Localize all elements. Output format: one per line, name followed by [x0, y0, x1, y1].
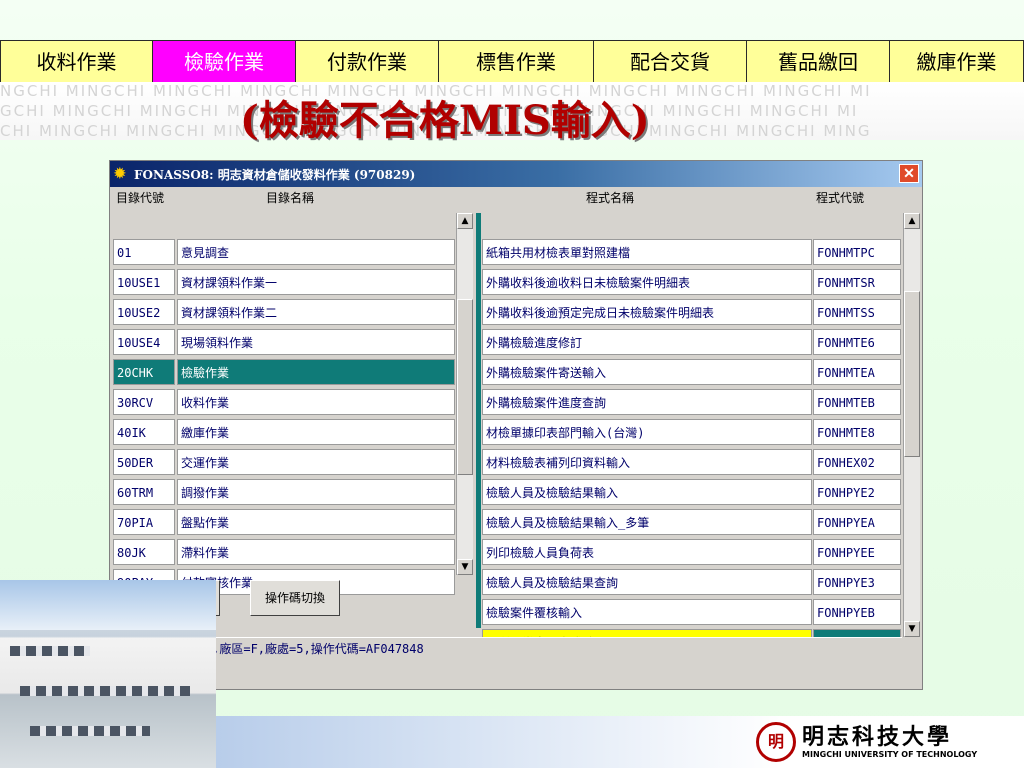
program-name-cell[interactable]: 檢驗人員及檢驗結果輸入_多筆 [482, 509, 812, 535]
program-name-cell[interactable]: 紙箱共用材檢表單對照建檔 [482, 239, 812, 265]
program-name-cell[interactable]: 列印檢驗人員負荷表 [482, 539, 812, 565]
directory-code-cell[interactable]: 40IK [113, 419, 175, 445]
directory-name-cell[interactable]: 收料作業 [177, 389, 455, 415]
window-titlebar[interactable]: ✹ FONASSO8: 明志資材倉儲收發料作業 (970829) ✕ [110, 161, 922, 187]
directory-name-cell[interactable]: 繳庫作業 [177, 419, 455, 445]
tab-inspection[interactable]: 檢驗作業 [153, 41, 296, 83]
directory-name-cell[interactable]: 資材課領料作業二 [177, 299, 455, 325]
header-dir-code: 目錄代號 [116, 191, 165, 205]
tab-warehouse[interactable]: 繳庫作業 [890, 41, 1024, 83]
campus-photo-sky [0, 580, 216, 630]
campus-photo-windows [30, 726, 150, 736]
status-bar: 公司=E,事業部=0,廠區=F,廠處=5,操作代碼=AF047848 [110, 637, 902, 659]
program-name-cell[interactable]: 外購檢驗案件進度查詢 [482, 389, 812, 415]
program-name-cell[interactable]: 檢驗案件覆核輸入 [482, 599, 812, 625]
directory-code-cell[interactable]: 10USE4 [113, 329, 175, 355]
scroll-down-arrow-icon[interactable]: ▼ [904, 621, 920, 637]
program-name-cell[interactable]: 外購檢驗案件寄送輸入 [482, 359, 812, 385]
directory-code-cell[interactable]: 60TRM [113, 479, 175, 505]
program-code-cell[interactable]: FONHPYEB [813, 599, 901, 625]
directory-code-cell[interactable]: 20CHK [113, 359, 175, 385]
switch-code-button[interactable]: 操作碼切換 [250, 580, 340, 616]
app-window: ✹ FONASSO8: 明志資材倉儲收發料作業 (970829) ✕ 目錄代號 … [109, 160, 923, 690]
program-code-cell[interactable]: FONHPYE3 [813, 569, 901, 595]
directory-scrollbar[interactable]: ▲ ▼ [456, 213, 473, 575]
scroll-up-arrow-icon[interactable]: ▲ [457, 213, 473, 229]
directory-name-cell[interactable]: 檢驗作業 [177, 359, 455, 385]
header-prog-name: 程式名稱 [586, 191, 635, 205]
program-code-cell[interactable]: FONHMTEA [813, 359, 901, 385]
directory-name-cell[interactable]: 調撥作業 [177, 479, 455, 505]
directory-name-cell[interactable]: 交運作業 [177, 449, 455, 475]
program-name-cell[interactable]: 材料檢驗表補列印資料輸入 [482, 449, 812, 475]
directory-code-cell[interactable]: 30RCV [113, 389, 175, 415]
header-dir-name: 目錄名稱 [266, 191, 315, 205]
campus-photo [0, 580, 216, 768]
program-name-cell[interactable]: 檢驗人員及檢驗結果查詢 [482, 569, 812, 595]
logo-name-en: MINGCHI UNIVERSITY OF TECHNOLOGY [802, 750, 978, 759]
directory-code-cell[interactable]: 01 [113, 239, 175, 265]
tab-delivery[interactable]: 配合交貨 [594, 41, 747, 83]
tab-payment[interactable]: 付款作業 [296, 41, 439, 83]
program-code-cell[interactable]: FONHMTSR [813, 269, 901, 295]
program-code-cell[interactable]: FONHPYEE [813, 539, 901, 565]
close-icon[interactable]: ✕ [899, 164, 919, 183]
campus-photo-windows [10, 646, 90, 656]
pane-divider [476, 213, 481, 628]
tab-return[interactable]: 舊品繳回 [747, 41, 890, 83]
directory-name-cell[interactable]: 意見調查 [177, 239, 455, 265]
top-nav: 收料作業 檢驗作業 付款作業 標售作業 配合交貨 舊品繳回 繳庫作業 [0, 40, 1024, 84]
scroll-up-arrow-icon[interactable]: ▲ [904, 213, 920, 229]
program-code-cell[interactable]: FONHMTEB [813, 389, 901, 415]
program-code-cell[interactable]: FONHPYEA [813, 509, 901, 535]
directory-name-cell[interactable]: 盤點作業 [177, 509, 455, 535]
directory-name-cell[interactable]: 滯料作業 [177, 539, 455, 565]
tab-sales[interactable]: 標售作業 [439, 41, 594, 83]
directory-name-cell[interactable]: 資材課領料作業一 [177, 269, 455, 295]
program-name-cell[interactable]: 外購收料後逾預定完成日未檢驗案件明細表 [482, 299, 812, 325]
logo-name-cn: 明志科技大學 [802, 724, 953, 750]
program-name-cell[interactable]: 檢驗人員及檢驗結果輸入 [482, 479, 812, 505]
directory-code-cell[interactable]: 70PIA [113, 509, 175, 535]
program-name-cell[interactable]: 材檢單據印表部門輸入(台灣) [482, 419, 812, 445]
program-code-cell[interactable]: FONHMTE6 [813, 329, 901, 355]
slide-title: (檢驗不合格MIS輸入) [240, 97, 650, 144]
program-code-cell[interactable]: FONHMTSS [813, 299, 901, 325]
header-prog-code: 程式代號 [816, 191, 865, 205]
directory-code-cell[interactable]: 50DER [113, 449, 175, 475]
program-scrollbar[interactable]: ▲ ▼ [903, 213, 920, 637]
scrollbar-thumb[interactable] [457, 299, 473, 475]
university-logo: 明 明志科技大學 MINGCHI UNIVERSITY OF TECHNOLOG… [756, 720, 1016, 764]
program-name-cell[interactable]: 外購收料後逾收料日未檢驗案件明細表 [482, 269, 812, 295]
directory-code-cell[interactable]: 10USE1 [113, 269, 175, 295]
tab-receiving[interactable]: 收料作業 [0, 41, 153, 83]
university-emblem-icon: 明 [756, 722, 796, 762]
directory-code-cell[interactable]: 10USE2 [113, 299, 175, 325]
directory-code-cell[interactable]: 80JK [113, 539, 175, 565]
program-code-cell[interactable]: FONHMTE8 [813, 419, 901, 445]
scrollbar-thumb[interactable] [904, 291, 920, 457]
app-icon: ✹ [114, 166, 126, 182]
program-code-cell[interactable]: FONHEX02 [813, 449, 901, 475]
program-code-cell[interactable]: FONHMTPC [813, 239, 901, 265]
scroll-down-arrow-icon[interactable]: ▼ [457, 559, 473, 575]
directory-name-cell[interactable]: 現場領料作業 [177, 329, 455, 355]
program-code-cell[interactable]: FONHPYE2 [813, 479, 901, 505]
window-title: FONASSO8: 明志資材倉儲收發料作業 (970829) [134, 167, 416, 182]
campus-photo-windows [20, 686, 190, 696]
program-name-cell[interactable]: 外購檢驗進度修訂 [482, 329, 812, 355]
